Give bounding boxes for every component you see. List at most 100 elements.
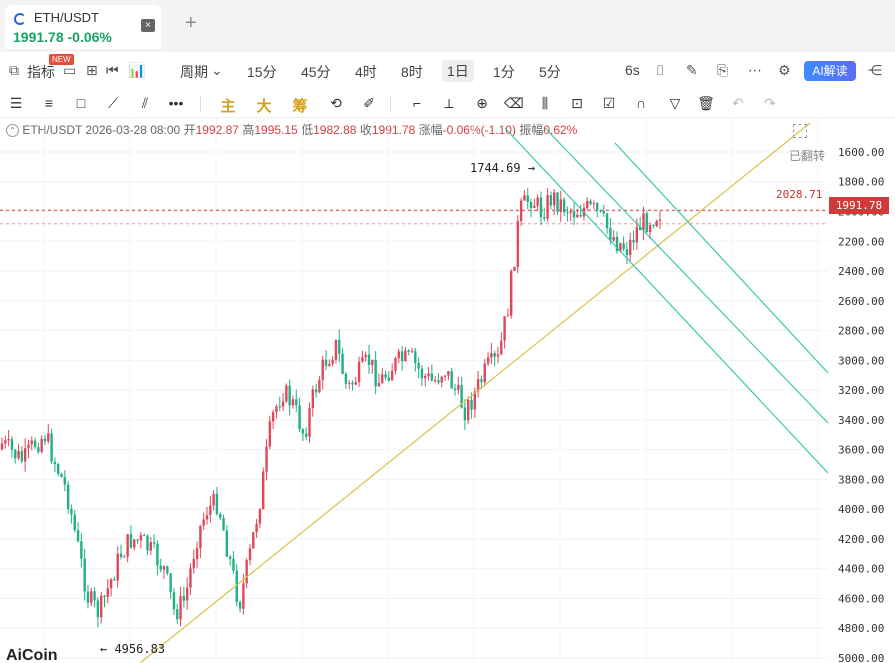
candle-body	[99, 595, 103, 618]
candle-body	[347, 382, 351, 384]
candle-body	[136, 539, 139, 541]
candle-body	[222, 517, 225, 531]
chips-button[interactable]: 筹	[291, 95, 309, 116]
crop-icon[interactable]: ⌐	[408, 95, 426, 111]
filter-icon[interactable]: ▽	[666, 95, 684, 112]
candle-body	[344, 373, 348, 384]
candle-body	[113, 579, 116, 581]
split-icon[interactable]: ⊞	[86, 62, 98, 79]
candle-body	[324, 359, 328, 366]
candle-body	[364, 354, 367, 358]
candle-body	[314, 389, 318, 393]
candle-body	[338, 339, 341, 354]
candle-body	[288, 385, 291, 406]
interval-5m[interactable]: 5分	[539, 62, 561, 82]
indicator-icon[interactable]: ⧉	[9, 62, 19, 79]
menu-icon[interactable]: ☰	[7, 95, 25, 112]
ai-interpret-button[interactable]: AI解读	[804, 61, 856, 81]
candles-icon[interactable]: ⫼	[536, 95, 554, 112]
pencil-icon[interactable]: ✎	[686, 62, 698, 79]
candle-body	[311, 389, 315, 409]
candle-body	[76, 529, 80, 542]
interval-15m[interactable]: 15分	[247, 62, 277, 82]
close-icon[interactable]: ×	[141, 19, 155, 32]
sync-icon[interactable]: ⟲	[327, 95, 345, 112]
flip-icon[interactable]	[793, 124, 807, 138]
candle-body	[519, 200, 523, 222]
candle-body	[93, 591, 96, 601]
candle-body	[443, 375, 447, 377]
rectangle-icon[interactable]: □	[72, 95, 90, 111]
share-icon[interactable]: ⋲	[868, 62, 882, 79]
interval-8h[interactable]: 8时	[401, 62, 423, 82]
period-dropdown[interactable]: 周期	[180, 62, 208, 82]
candle-body	[7, 439, 10, 441]
period-bar: ⧉ 指标 NEW ▭ ⊞ ⏮ 📊 周期 ⌄ 15分 45分 4时 8时 1日 1…	[0, 52, 895, 90]
candle-body	[328, 363, 331, 366]
candle-body	[625, 249, 629, 256]
main-indicator-button[interactable]: 主	[219, 95, 237, 116]
candle-body	[566, 212, 569, 214]
add-tab-icon[interactable]: +	[185, 12, 197, 35]
candle-body	[526, 195, 529, 203]
candle-body	[612, 236, 615, 241]
candle-body	[116, 553, 119, 581]
redo-icon[interactable]: ↷	[761, 95, 779, 112]
list-icon[interactable]: ≡	[40, 95, 58, 111]
more-dots-icon[interactable]: ⋯	[748, 62, 762, 79]
line-tool-icon[interactable]: ⟋	[104, 95, 122, 112]
price-chart[interactable]: 1600.001800.002000.002200.002400.002600.…	[0, 118, 895, 663]
candle-body	[483, 363, 486, 383]
candle-body	[109, 579, 113, 589]
candle-body	[265, 446, 268, 472]
ruler-icon[interactable]: ⟂	[440, 95, 458, 112]
undo-icon[interactable]: ↶	[729, 95, 747, 112]
y-tick-label: 1800.00	[838, 176, 884, 189]
trash-icon[interactable]: 🗑	[697, 95, 715, 112]
interval-1m[interactable]: 1分	[493, 62, 515, 82]
candle-body	[152, 542, 156, 544]
interval-1d[interactable]: 1日	[442, 60, 474, 82]
interval-4h[interactable]: 4时	[355, 62, 377, 82]
candle-body	[182, 596, 186, 601]
candle-body	[486, 357, 490, 364]
big-order-button[interactable]: 大	[255, 95, 273, 116]
camera-icon[interactable]: ⌷	[656, 62, 664, 79]
eraser-icon[interactable]: ⌫	[504, 95, 524, 112]
candle-body	[57, 464, 60, 474]
zoom-icon[interactable]: ⊕	[473, 95, 491, 112]
candle-body	[10, 439, 14, 450]
lock-icon[interactable]: ⊡	[568, 95, 586, 112]
gear-icon[interactable]: ⚙	[778, 62, 791, 79]
y-tick-label: 2800.00	[838, 325, 884, 338]
chart-type-icon[interactable]: 📊	[128, 62, 145, 79]
candle-body	[635, 227, 639, 243]
layout-icon[interactable]: ▭	[63, 62, 76, 79]
candle-body	[308, 408, 311, 437]
refresh-interval[interactable]: 6s	[625, 62, 640, 78]
candle-body	[552, 192, 556, 206]
channel-line	[544, 127, 829, 424]
candle-body	[202, 519, 205, 526]
candle-body	[361, 357, 364, 362]
candle-body	[47, 433, 50, 442]
indicators-button[interactable]: 指标	[27, 62, 55, 82]
more-icon[interactable]: •••	[167, 95, 185, 111]
tab-title: ETH/USDT	[34, 10, 99, 25]
check-list-icon[interactable]: ☑	[600, 95, 618, 112]
interval-45m[interactable]: 45分	[301, 62, 331, 82]
candle-body	[424, 376, 427, 379]
note-icon[interactable]: ⎘	[717, 62, 728, 79]
candle-body	[195, 548, 199, 559]
parallel-line-icon[interactable]: ⫽	[136, 95, 154, 112]
reference-price-label: 2028.71	[776, 188, 823, 201]
candle-body	[357, 361, 361, 383]
chart-grid	[0, 118, 828, 663]
candle-body	[53, 461, 57, 465]
rewind-icon[interactable]: ⏮	[106, 62, 119, 79]
brush-icon[interactable]: ✐	[360, 95, 378, 112]
candle-body	[334, 339, 338, 360]
magnet-icon[interactable]: ∩	[632, 95, 650, 111]
tab-eth-usdt[interactable]: ETH/USDT 1991.78 -0.06% ×	[5, 5, 161, 49]
candle-body	[417, 362, 420, 369]
